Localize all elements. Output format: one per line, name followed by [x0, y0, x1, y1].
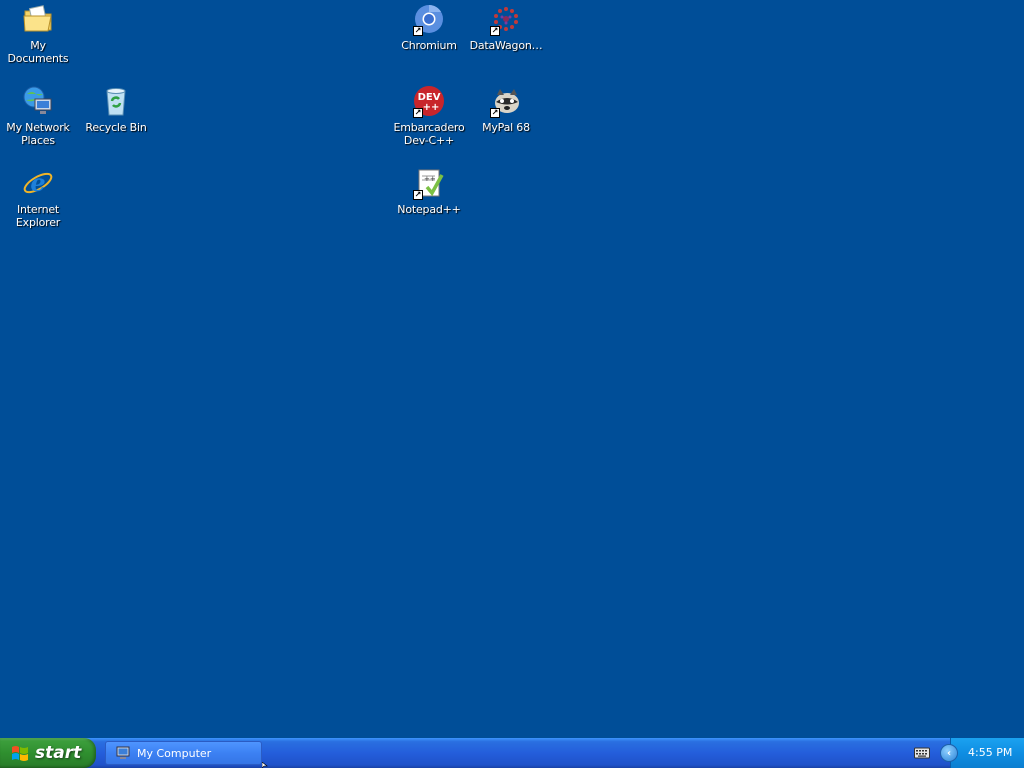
mypal-icon: ↗ [489, 84, 523, 118]
taskbar: start My Computer ‹ 4:55 PM [0, 738, 1024, 768]
devcpp-icon: DEV ++ ↗ [412, 84, 446, 118]
shortcut-arrow-icon: ↗ [490, 26, 500, 36]
start-button[interactable]: start [0, 738, 96, 768]
svg-text:++: ++ [424, 175, 436, 183]
windows-logo-icon [12, 746, 28, 761]
keyboard-icon[interactable] [914, 747, 930, 759]
internet-explorer-icon: e [21, 166, 55, 200]
system-tray: 4:55 PM [950, 738, 1024, 768]
network-icon [21, 84, 55, 118]
desktop-icon-my-network-places[interactable]: My Network Places [0, 84, 76, 147]
desktop-icon-label: DataWagon… [469, 39, 543, 52]
desktop: My Documents My Network Places Recycle B… [0, 0, 1024, 738]
taskbar-button-my-computer[interactable]: My Computer [105, 741, 262, 765]
desktop-icon-label: Chromium [401, 39, 457, 52]
desktop-icon-label: Embarcadero Dev-C++ [393, 121, 465, 147]
desktop-icon-label: Notepad++ [397, 203, 461, 216]
taskbar-button-label: My Computer [137, 746, 212, 760]
mouse-cursor-icon [262, 762, 268, 768]
shortcut-arrow-icon: ↗ [413, 190, 423, 200]
desktop-icon-internet-explorer[interactable]: e Internet Explorer [0, 166, 76, 229]
desktop-icon-recycle-bin[interactable]: Recycle Bin [78, 84, 154, 134]
notepadpp-icon: ++ ↗ [412, 166, 446, 200]
desktop-icon-notepadpp[interactable]: ++ ↗ Notepad++ [391, 166, 467, 216]
folder-documents-icon [21, 2, 55, 36]
chromium-icon: ↗ [412, 2, 446, 36]
desktop-icon-label: My Documents [7, 39, 69, 65]
datawagon-icon: ↗ [489, 2, 523, 36]
desktop-icon-label: Internet Explorer [15, 203, 61, 229]
desktop-icon-label: Recycle Bin [85, 121, 147, 134]
show-hidden-icons-button[interactable]: ‹ [940, 744, 958, 762]
start-label: start [35, 743, 82, 763]
chevron-left-icon: ‹ [946, 747, 952, 759]
recycle-bin-icon [99, 84, 133, 118]
desktop-icon-label: My Network Places [6, 121, 70, 147]
svg-text:++: ++ [423, 102, 440, 113]
desktop-icon-label: MyPal 68 [482, 121, 530, 134]
tray-clock[interactable]: 4:55 PM [968, 746, 1012, 759]
desktop-icon-my-documents[interactable]: My Documents [0, 2, 76, 65]
desktop-icon-embarcadero-devcpp[interactable]: DEV ++ ↗ Embarcadero Dev-C++ [391, 84, 467, 147]
shortcut-arrow-icon: ↗ [413, 108, 423, 118]
desktop-icon-datawagon[interactable]: ↗ DataWagon… [468, 2, 544, 52]
my-computer-icon [116, 746, 130, 759]
desktop-icon-mypal[interactable]: ↗ MyPal 68 [468, 84, 544, 134]
desktop-icon-chromium[interactable]: ↗ Chromium [391, 2, 467, 52]
shortcut-arrow-icon: ↗ [413, 26, 423, 36]
svg-text:e: e [30, 168, 45, 197]
shortcut-arrow-icon: ↗ [490, 108, 500, 118]
